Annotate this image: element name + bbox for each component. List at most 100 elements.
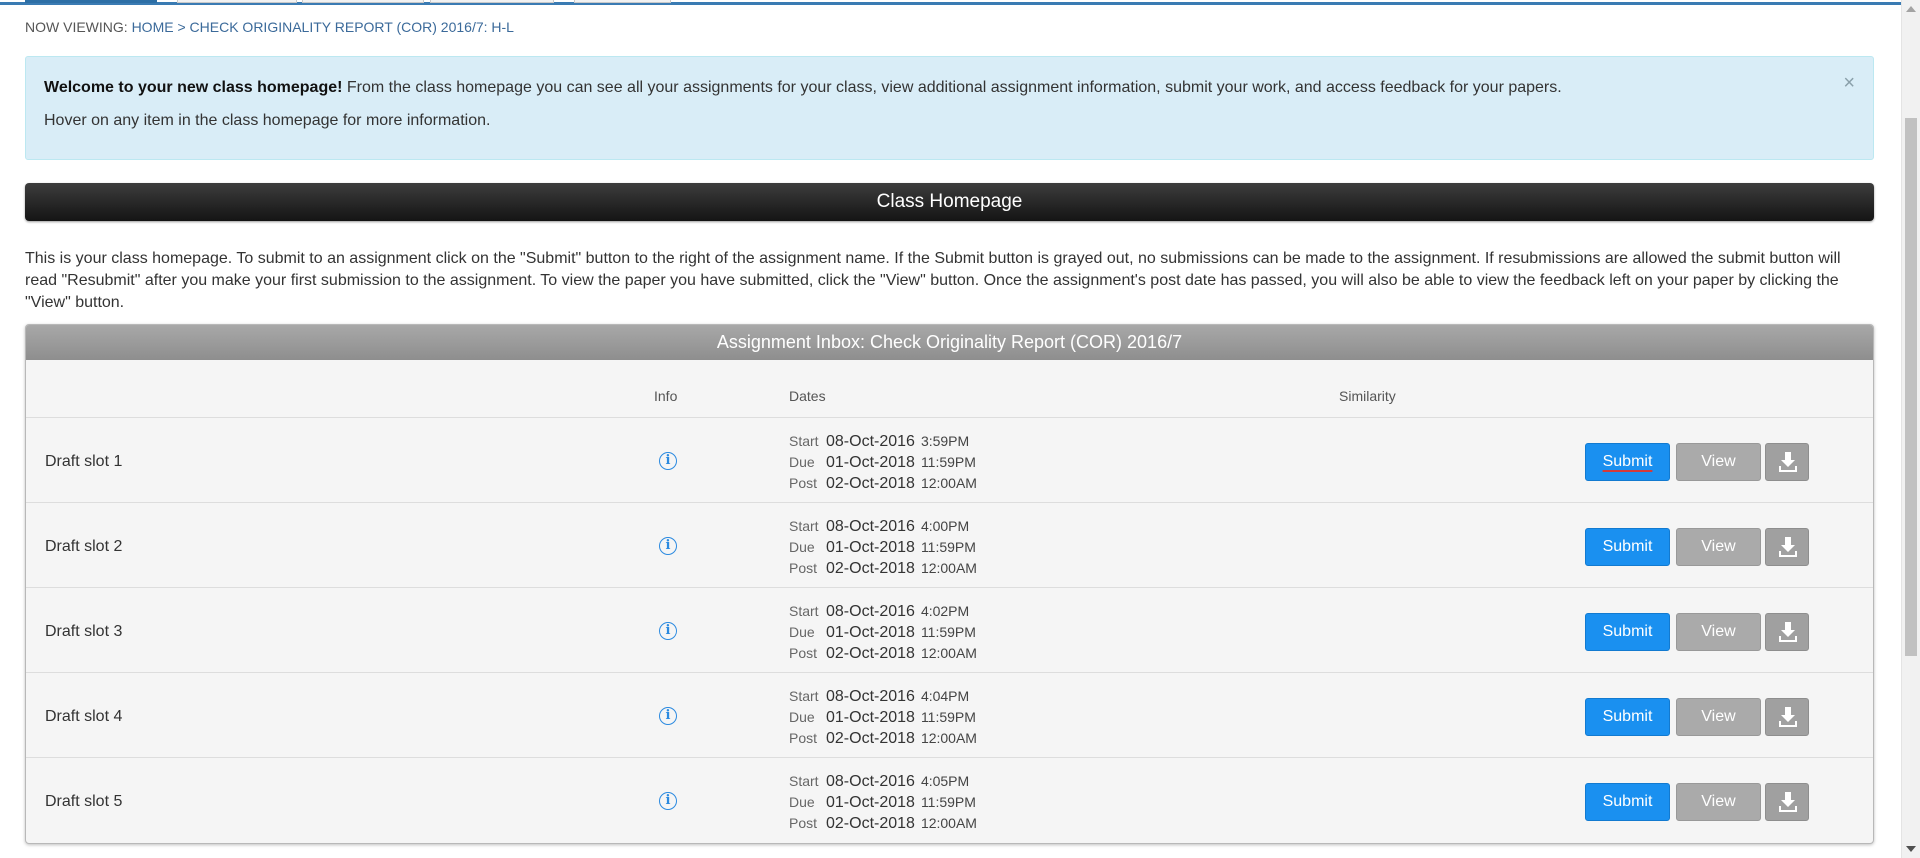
start-label: Start bbox=[789, 433, 819, 449]
column-header-info: Info bbox=[654, 388, 678, 404]
column-header-dates: Dates bbox=[789, 388, 826, 404]
scroll-down-arrow-icon[interactable] bbox=[1906, 846, 1916, 852]
post-label: Post bbox=[789, 475, 818, 491]
info-icon[interactable]: i bbox=[659, 452, 677, 470]
submit-button-label: Submit bbox=[1602, 538, 1653, 555]
breadcrumb-label: NOW VIEWING: bbox=[25, 19, 128, 35]
submit-button-label: Submit bbox=[1602, 623, 1653, 640]
welcome-alert-message: Welcome to your new class homepage! From… bbox=[44, 79, 1562, 97]
due-time: 11:59PM bbox=[920, 709, 976, 725]
top-tab-strip bbox=[0, 0, 1901, 5]
due-label: Due bbox=[789, 624, 815, 640]
start-label: Start bbox=[789, 773, 819, 789]
submit-button[interactable]: Submit bbox=[1585, 528, 1670, 566]
post-date-line: Post 02-Oct-2018 12:00AM bbox=[789, 473, 977, 494]
submit-button[interactable]: Submit bbox=[1585, 698, 1670, 736]
post-time: 12:00AM bbox=[920, 560, 977, 576]
breadcrumb-separator: > bbox=[177, 19, 186, 35]
submit-button-label: Submit bbox=[1602, 453, 1653, 470]
download-button[interactable] bbox=[1765, 443, 1809, 481]
download-button[interactable] bbox=[1765, 698, 1809, 736]
due-date-line: Due 01-Oct-2018 11:59PM bbox=[789, 622, 977, 643]
due-date-line: Due 01-Oct-2018 11:59PM bbox=[789, 537, 977, 558]
assignment-dates: Start 08-Oct-2016 4:00PM Due 01-Oct-2018 11:… bbox=[789, 516, 977, 579]
table-row: Draft slot 4 i Start 08-Oct-2016 4:04PM Du… bbox=[26, 673, 1873, 758]
start-time: 4:02PM bbox=[920, 603, 970, 619]
info-icon[interactable]: i bbox=[659, 792, 677, 810]
submit-button[interactable]: Submit bbox=[1585, 613, 1670, 651]
breadcrumb-home-link[interactable]: HOME bbox=[132, 19, 174, 35]
top-tab-5[interactable] bbox=[574, 0, 671, 3]
top-tab-2[interactable] bbox=[177, 0, 297, 3]
post-date: 02-Oct-2018 bbox=[826, 475, 915, 492]
welcome-alert-hint: Hover on any item in the class homepage … bbox=[44, 112, 491, 129]
table-row: Draft slot 2 i Start 08-Oct-2016 4:00PM Du… bbox=[26, 503, 1873, 588]
table-row: Draft slot 1 i Start 08-Oct-2016 3:59PM Du… bbox=[26, 418, 1873, 503]
view-button[interactable]: View bbox=[1676, 528, 1761, 566]
start-time: 4:04PM bbox=[920, 688, 970, 704]
info-icon[interactable]: i bbox=[659, 707, 677, 725]
due-time: 11:59PM bbox=[920, 794, 976, 810]
submit-button[interactable]: Submit bbox=[1585, 783, 1670, 821]
assignment-inbox: Assignment Inbox: Check Originality Repo… bbox=[25, 324, 1874, 844]
table-row: Draft slot 3 i Start 08-Oct-2016 4:02PM Du… bbox=[26, 588, 1873, 673]
due-date: 01-Oct-2018 bbox=[826, 709, 915, 726]
post-date-line: Post 02-Oct-2018 12:00AM bbox=[789, 813, 977, 834]
post-date: 02-Oct-2018 bbox=[826, 730, 915, 747]
start-date-line: Start 08-Oct-2016 4:05PM bbox=[789, 771, 977, 792]
due-date: 01-Oct-2018 bbox=[826, 539, 915, 556]
post-time: 12:00AM bbox=[920, 475, 977, 491]
scrollbar-thumb[interactable] bbox=[1905, 118, 1917, 656]
submit-button[interactable]: Submit bbox=[1585, 443, 1670, 481]
assignment-name: Draft slot 1 bbox=[45, 453, 123, 470]
post-time: 12:00AM bbox=[920, 730, 977, 746]
view-button[interactable]: View bbox=[1676, 698, 1761, 736]
start-time: 4:00PM bbox=[920, 518, 970, 534]
post-date-line: Post 02-Oct-2018 12:00AM bbox=[789, 728, 977, 749]
breadcrumb-current-link[interactable]: CHECK ORIGINALITY REPORT (COR) 2016/7: H… bbox=[190, 19, 514, 35]
download-icon bbox=[1779, 452, 1797, 472]
start-label: Start bbox=[789, 518, 819, 534]
download-button[interactable] bbox=[1765, 613, 1809, 651]
info-icon[interactable]: i bbox=[659, 537, 677, 555]
post-label: Post bbox=[789, 815, 818, 831]
page-scrollbar[interactable] bbox=[1901, 0, 1920, 858]
info-icon[interactable]: i bbox=[659, 622, 677, 640]
assignment-name: Draft slot 4 bbox=[45, 708, 123, 725]
due-date: 01-Oct-2018 bbox=[826, 624, 915, 641]
post-date-line: Post 02-Oct-2018 12:00AM bbox=[789, 558, 977, 579]
start-date: 08-Oct-2016 bbox=[826, 688, 915, 705]
top-tab-3[interactable] bbox=[302, 0, 424, 3]
post-label: Post bbox=[789, 730, 818, 746]
top-tab-4[interactable] bbox=[430, 0, 554, 3]
welcome-alert: Welcome to your new class homepage! From… bbox=[25, 56, 1874, 160]
download-icon bbox=[1779, 707, 1797, 727]
intro-text: This is your class homepage. To submit t… bbox=[25, 250, 1841, 311]
start-time: 3:59PM bbox=[920, 433, 970, 449]
due-time: 11:59PM bbox=[920, 539, 976, 555]
view-button[interactable]: View bbox=[1676, 443, 1761, 481]
view-button[interactable]: View bbox=[1676, 613, 1761, 651]
post-label: Post bbox=[789, 560, 818, 576]
assignment-name: Draft slot 2 bbox=[45, 538, 123, 555]
scroll-up-arrow-icon[interactable] bbox=[1906, 6, 1916, 12]
top-tab-1[interactable] bbox=[25, 0, 157, 3]
start-date-line: Start 08-Oct-2016 4:00PM bbox=[789, 516, 977, 537]
submit-button-label: Submit bbox=[1602, 708, 1653, 725]
start-date: 08-Oct-2016 bbox=[826, 433, 915, 450]
download-icon bbox=[1779, 792, 1797, 812]
post-date: 02-Oct-2018 bbox=[826, 560, 915, 577]
close-icon[interactable]: × bbox=[1843, 73, 1855, 93]
class-homepage-banner: Class Homepage bbox=[25, 183, 1874, 221]
download-button[interactable] bbox=[1765, 783, 1809, 821]
download-button[interactable] bbox=[1765, 528, 1809, 566]
due-time: 11:59PM bbox=[920, 454, 976, 470]
welcome-alert-heading: Welcome to your new class homepage! bbox=[44, 79, 343, 96]
due-label: Due bbox=[789, 539, 815, 555]
due-time: 11:59PM bbox=[920, 624, 976, 640]
start-time: 4:05PM bbox=[920, 773, 970, 789]
table-row: Draft slot 5 i Start 08-Oct-2016 4:05PM Du… bbox=[26, 758, 1873, 843]
post-date: 02-Oct-2018 bbox=[826, 815, 915, 832]
view-button[interactable]: View bbox=[1676, 783, 1761, 821]
start-label: Start bbox=[789, 603, 819, 619]
